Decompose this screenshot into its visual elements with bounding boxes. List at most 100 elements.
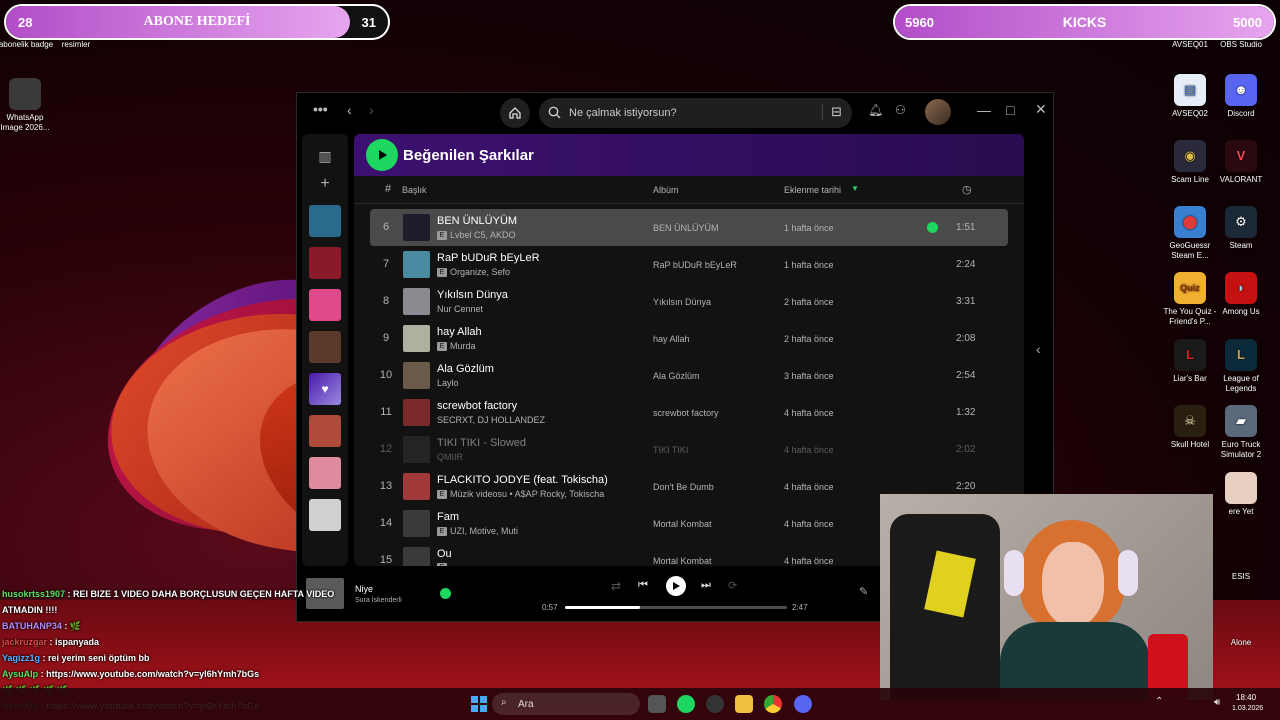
track-title[interactable]: Yıkılsın Dünya bbox=[437, 289, 508, 301]
desktop-icon-abonelik[interactable]: abonelik badge bbox=[0, 40, 54, 50]
track-title[interactable]: Ou bbox=[437, 548, 452, 560]
desktop-icon-whatsapp-image[interactable]: WhatsApp Image 2026... bbox=[0, 78, 53, 133]
play-button[interactable] bbox=[366, 139, 398, 171]
track-artist[interactable]: SECRXT, DJ HOLLANDEZ bbox=[437, 415, 545, 425]
library-item[interactable] bbox=[309, 289, 341, 321]
desktop-icon-discord[interactable]: ☻ Discord bbox=[1213, 74, 1269, 119]
desktop-icon-resimler[interactable]: resimler bbox=[48, 40, 104, 50]
repeat-icon[interactable]: ⟳ bbox=[728, 579, 737, 592]
task-view-icon[interactable] bbox=[648, 695, 666, 713]
track-row[interactable]: 7 RaP bUDuR bEyLeR E Organize, Sefo RaP bUDu… bbox=[370, 246, 1008, 283]
track-title[interactable]: FLACKITO JODYE (feat. Tokischa) bbox=[437, 474, 608, 486]
maximize-icon[interactable]: □ bbox=[1006, 102, 1014, 118]
track-artist[interactable]: E UZI, Motive, Muti bbox=[437, 526, 518, 536]
track-album[interactable]: Ala Gözlüm bbox=[653, 371, 700, 381]
desktop-icon-scam-line[interactable]: ◉ Scam Line bbox=[1162, 140, 1218, 185]
avatar[interactable] bbox=[925, 99, 951, 125]
track-album[interactable]: Yıkılsın Dünya bbox=[653, 297, 711, 307]
saved-check-icon[interactable] bbox=[927, 222, 938, 233]
desktop-icon-league[interactable]: L League of Legends bbox=[1213, 339, 1269, 394]
desktop-icon-partial-2[interactable]: ESIS bbox=[1213, 572, 1269, 582]
discord-icon[interactable] bbox=[794, 695, 812, 713]
track-artist[interactable]: E Müzik videosu • A$AP Rocky, Tokischa bbox=[437, 489, 604, 499]
library-item[interactable] bbox=[309, 331, 341, 363]
chat-username[interactable]: husokrtss1907 bbox=[2, 589, 65, 599]
progress-bar[interactable] bbox=[565, 606, 787, 609]
library-item[interactable] bbox=[309, 499, 341, 531]
close-icon[interactable]: ✕ bbox=[1035, 101, 1047, 118]
windows-start-icon[interactable] bbox=[470, 695, 488, 713]
chrome-icon[interactable] bbox=[764, 695, 782, 713]
track-album[interactable]: Mortal Kombat bbox=[653, 519, 712, 529]
collapse-arrow-icon[interactable]: ‹ bbox=[1036, 341, 1041, 357]
desktop-icon-among-us[interactable]: ◗ Among Us bbox=[1213, 272, 1269, 317]
track-title[interactable]: RaP bUDuR bEyLeR bbox=[437, 252, 540, 264]
previous-icon[interactable]: ⏮ bbox=[638, 579, 648, 592]
track-album[interactable]: BEN ÜNLÜYÜM bbox=[653, 223, 719, 233]
liked-songs-heart-icon[interactable]: ♥ bbox=[309, 373, 341, 405]
track-row[interactable]: 12 TIKI TIKI - Slowed QMIIR TIKI TIKI 4 haft… bbox=[370, 431, 1008, 468]
home-button[interactable] bbox=[500, 98, 530, 128]
track-title[interactable]: hay Allah bbox=[437, 326, 482, 338]
add-icon[interactable]: + bbox=[302, 175, 348, 193]
desktop-icon-avseq02[interactable]: ▤ AVSEQ02 bbox=[1162, 74, 1218, 119]
track-title[interactable]: BEN ÜNLÜYÜM bbox=[437, 215, 517, 227]
track-artist[interactable]: E Murda bbox=[437, 341, 476, 351]
desktop-icon-you-quiz[interactable]: Quiz The You Quiz - Friend's P... bbox=[1162, 272, 1218, 327]
desktop-icon-skull-hotel[interactable]: ☠ Skull Hotel bbox=[1162, 405, 1218, 450]
track-title[interactable]: TIKI TIKI - Slowed bbox=[437, 437, 526, 449]
track-album[interactable]: Don't Be Dumb bbox=[653, 482, 714, 492]
track-row[interactable]: 9 hay Allah E Murda hay Allah 2 hafta önce 2:0… bbox=[370, 320, 1008, 357]
track-album[interactable]: Mortal Kombat bbox=[653, 556, 712, 566]
col-title[interactable]: Başlık bbox=[402, 185, 427, 195]
back-arrow-icon[interactable]: ‹ bbox=[347, 102, 352, 118]
desktop-icon-avseq01[interactable]: AVSEQ01 bbox=[1162, 40, 1218, 50]
now-playing-artist[interactable]: Sura İskenderli bbox=[355, 597, 402, 604]
desktop-icon-partial-1[interactable]: ere Yet bbox=[1213, 472, 1269, 517]
library-item[interactable] bbox=[309, 457, 341, 489]
clock-time[interactable]: 18:40 bbox=[1236, 693, 1256, 702]
file-explorer-icon[interactable] bbox=[735, 695, 753, 713]
track-row[interactable]: 10 Ala Gözlüm Laylo Ala Gözlüm 3 hafta önce 2… bbox=[370, 357, 1008, 394]
track-artist[interactable]: QMIIR bbox=[437, 452, 463, 462]
track-artist[interactable]: Laylo bbox=[437, 378, 459, 388]
track-album[interactable]: screwbot factory bbox=[653, 408, 719, 418]
track-row[interactable]: 11 screwbot factory SECRXT, DJ HOLLANDEZ sc… bbox=[370, 394, 1008, 431]
track-artist[interactable]: E Organize, Sefo bbox=[437, 267, 510, 277]
now-playing-title[interactable]: Niye bbox=[355, 584, 373, 594]
track-row[interactable]: 8 Yıkılsın Dünya Nur Cennet Yıkılsın Dünya 2… bbox=[370, 283, 1008, 320]
track-title[interactable]: screwbot factory bbox=[437, 400, 517, 412]
desktop-icon-obs[interactable]: OBS Studio bbox=[1213, 40, 1269, 50]
col-added[interactable]: Eklenme tarihi bbox=[784, 185, 841, 195]
desktop-icon-valorant[interactable]: V VALORANT bbox=[1213, 140, 1269, 185]
track-album[interactable]: RaP bUDuR bEyLeR bbox=[653, 260, 737, 270]
obs-icon[interactable] bbox=[706, 695, 724, 713]
track-album[interactable]: TIKI TIKI bbox=[653, 445, 688, 455]
chat-username[interactable]: AysuAlp bbox=[2, 669, 38, 679]
taskbar-search[interactable]: ⌕ Ara bbox=[492, 693, 640, 715]
library-item[interactable] bbox=[309, 415, 341, 447]
play-pause-button[interactable] bbox=[666, 576, 686, 596]
clock-date[interactable]: 1.03.2026 bbox=[1232, 705, 1263, 712]
search-input[interactable]: Ne çalmak istiyorsun? ⊟ bbox=[539, 98, 852, 128]
library-item[interactable] bbox=[309, 247, 341, 279]
shuffle-icon[interactable]: ⇄ bbox=[611, 579, 621, 593]
desktop-icon-geoguessr[interactable]: ⬤ GeoGuessr Steam E... bbox=[1162, 206, 1218, 261]
menu-dots-icon[interactable]: ••• bbox=[313, 101, 328, 117]
library-item[interactable] bbox=[309, 205, 341, 237]
bell-icon[interactable]: 🔔︎ bbox=[868, 103, 883, 117]
speaker-icon[interactable]: 🔊︎ bbox=[1214, 697, 1220, 708]
saved-check-icon[interactable] bbox=[440, 588, 451, 599]
browse-icon[interactable]: ⊟ bbox=[822, 104, 842, 120]
desktop-icon-liars-bar[interactable]: L Liar's Bar bbox=[1162, 339, 1218, 384]
forward-arrow-icon[interactable]: › bbox=[369, 102, 374, 118]
chat-username[interactable]: jackruzgar bbox=[2, 637, 47, 647]
spotify-icon[interactable] bbox=[677, 695, 695, 713]
chat-username[interactable]: BATUHANP34 bbox=[2, 621, 62, 631]
col-album[interactable]: Albüm bbox=[653, 185, 679, 195]
track-title[interactable]: Fam bbox=[437, 511, 459, 523]
minimize-icon[interactable]: — bbox=[977, 102, 991, 118]
track-artist[interactable]: Nur Cennet bbox=[437, 304, 483, 314]
track-artist[interactable]: E Lvbel C5, AKDO bbox=[437, 230, 516, 240]
next-icon[interactable]: ⏭ bbox=[701, 579, 711, 592]
